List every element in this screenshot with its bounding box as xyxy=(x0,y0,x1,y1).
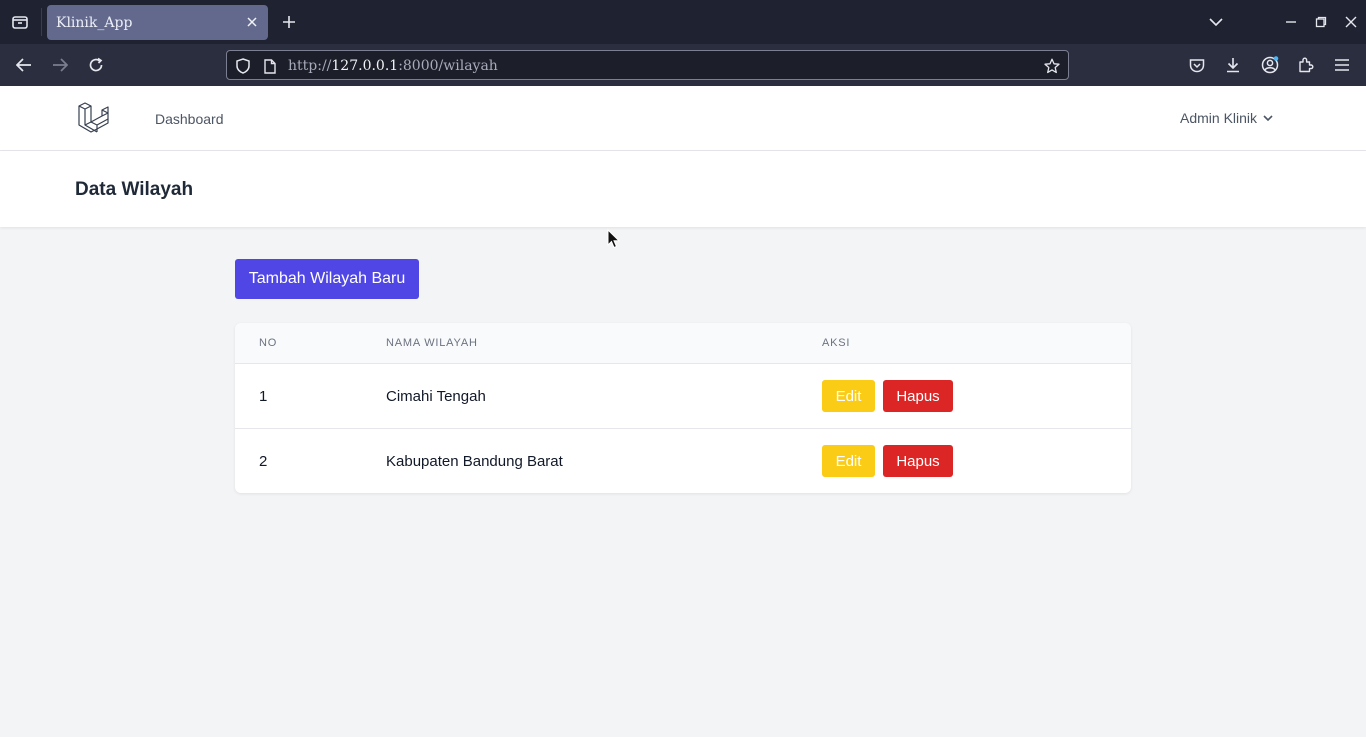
column-header-name: NAMA WILAYAH xyxy=(386,337,478,349)
browser-nav-bar: http://127.0.0.1:8000/wilayah xyxy=(0,44,1366,86)
edit-button[interactable]: Edit xyxy=(822,380,875,412)
address-bar[interactable]: http://127.0.0.1:8000/wilayah xyxy=(226,50,1069,80)
tab-list-chevron-icon[interactable] xyxy=(1201,0,1231,44)
url-scheme: http:// xyxy=(288,58,332,74)
column-header-no: NO xyxy=(259,337,278,349)
account-icon[interactable] xyxy=(1256,51,1284,79)
app-navigation: Dashboard Admin Klinik xyxy=(0,86,1366,151)
user-name: Admin Klinik xyxy=(1180,110,1258,126)
browser-tab-bar: Klinik_App xyxy=(0,0,1366,44)
extensions-icon[interactable] xyxy=(1292,51,1320,79)
bookmark-star-icon[interactable] xyxy=(1043,57,1061,75)
page-header: Data Wilayah xyxy=(0,151,1366,227)
url-text[interactable]: http://127.0.0.1:8000/wilayah xyxy=(288,58,498,74)
cell-name: Kabupaten Bandung Barat xyxy=(386,453,563,470)
window-close-icon[interactable] xyxy=(1336,0,1366,44)
tab-title: Klinik_App xyxy=(56,14,133,31)
column-header-action: AKSI xyxy=(822,337,851,349)
delete-button[interactable]: Hapus xyxy=(883,380,953,412)
new-tab-icon[interactable] xyxy=(278,11,300,33)
cell-no: 1 xyxy=(259,388,268,405)
delete-button[interactable]: Hapus xyxy=(883,445,953,477)
back-icon[interactable] xyxy=(10,51,38,79)
pocket-icon[interactable] xyxy=(1183,51,1211,79)
shield-icon[interactable] xyxy=(234,57,252,75)
tab-overview-icon[interactable] xyxy=(0,0,40,44)
page-title: Data Wilayah xyxy=(75,179,194,200)
browser-tab-active[interactable]: Klinik_App xyxy=(47,5,268,40)
forward-icon[interactable] xyxy=(46,51,74,79)
chevron-down-icon xyxy=(1263,115,1273,121)
table-row: 1 Cimahi Tengah Edit Hapus xyxy=(235,364,1131,429)
cell-no: 2 xyxy=(259,453,268,470)
page-icon[interactable] xyxy=(261,57,279,75)
url-path: :8000/wilayah xyxy=(398,58,498,74)
reload-icon[interactable] xyxy=(82,51,110,79)
table-header: NO NAMA WILAYAH AKSI xyxy=(235,323,1131,364)
wilayah-table: NO NAMA WILAYAH AKSI 1 Cimahi Tengah Edi… xyxy=(235,323,1131,493)
url-host: 127.0.0.1 xyxy=(331,58,399,74)
user-menu-dropdown[interactable]: Admin Klinik xyxy=(1180,110,1273,126)
add-wilayah-button[interactable]: Tambah Wilayah Baru xyxy=(235,259,419,299)
tab-separator xyxy=(41,8,42,36)
edit-button[interactable]: Edit xyxy=(822,445,875,477)
download-icon[interactable] xyxy=(1219,51,1247,79)
restore-icon[interactable] xyxy=(1306,0,1336,44)
mouse-cursor-icon xyxy=(607,228,621,249)
menu-icon[interactable] xyxy=(1328,51,1356,79)
cell-name: Cimahi Tengah xyxy=(386,388,486,405)
minimize-icon[interactable] xyxy=(1276,0,1306,44)
table-row: 2 Kabupaten Bandung Barat Edit Hapus xyxy=(235,429,1131,493)
nav-link-dashboard[interactable]: Dashboard xyxy=(155,111,224,127)
laravel-logo-icon[interactable] xyxy=(76,100,112,136)
tab-close-icon[interactable] xyxy=(244,14,260,30)
